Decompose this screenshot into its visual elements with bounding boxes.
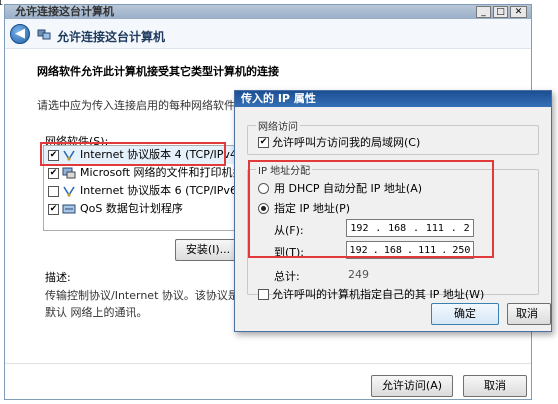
list-item-qos[interactable]: ✔ QoS 数据包计划程序 xyxy=(44,200,242,218)
window-controls: _ □ ✕ xyxy=(476,6,527,18)
network-access-group: 网络访问 ✔ 允许呼叫方访问我的局域网(C) xyxy=(247,118,539,155)
total-label: 总计: xyxy=(274,270,300,283)
specify-ip-option[interactable]: 指定 IP 地址(P) xyxy=(258,200,350,216)
from-ip-octet-1: 192 xyxy=(350,222,369,234)
ipv4-checkbox[interactable]: ✔ xyxy=(48,149,59,161)
ip-assignment-legend: IP 地址分配 xyxy=(256,162,313,177)
allow-lan-checkbox[interactable]: ✔ xyxy=(258,136,269,148)
dhcp-label: 用 DHCP 自动分配 IP 地址(A) xyxy=(274,182,423,195)
to-label: 到(T): xyxy=(274,246,305,259)
list-item-file-printer-sharing[interactable]: ✔ Microsoft 网络的文件和打印机共享 xyxy=(44,164,242,182)
list-item-label: Internet 协议版本 6 (TCP/IPv6) xyxy=(80,184,242,197)
list-item-label: QoS 数据包计划程序 xyxy=(80,202,183,215)
qos-checkbox[interactable]: ✔ xyxy=(48,203,59,215)
install-button[interactable]: 安装(I)... xyxy=(175,239,241,261)
maximize-icon[interactable]: □ xyxy=(493,6,508,18)
description-label: 描述: xyxy=(45,271,71,284)
ok-button[interactable]: 确定 xyxy=(431,303,499,325)
network-protocol-icon xyxy=(63,150,75,161)
specify-ip-radio[interactable] xyxy=(258,202,269,214)
allow-lan-option[interactable]: ✔ 允许呼叫方访问我的局域网(C) xyxy=(258,134,420,150)
incoming-ip-properties-dialog: 传入的 IP 属性 网络访问 ✔ 允许呼叫方访问我的局域网(C) IP 地址分配… xyxy=(234,90,552,332)
allow-own-ip-option[interactable]: 允许呼叫的计算机指定自己的其 IP 地址(W) xyxy=(258,286,484,302)
network-software-list[interactable]: ✔ Internet 协议版本 4 (TCP/IPv4) ✔ Microsoft… xyxy=(43,145,243,231)
ipv6-checkbox[interactable] xyxy=(48,185,59,197)
to-ip-octet-4: 250 xyxy=(452,244,471,256)
cancel-button[interactable]: 取消 xyxy=(463,375,527,397)
title-bar: 允许连接这台计算机 _ □ ✕ xyxy=(5,5,531,19)
list-item-ipv6[interactable]: Internet 协议版本 6 (TCP/IPv6) xyxy=(44,182,242,200)
list-item-label: Microsoft 网络的文件和打印机共享 xyxy=(80,166,243,179)
from-label: 从(F): xyxy=(274,224,304,237)
allow-lan-label: 允许呼叫方访问我的局域网(C) xyxy=(272,136,421,149)
dhcp-option[interactable]: 用 DHCP 自动分配 IP 地址(A) xyxy=(258,180,422,196)
specify-ip-label: 指定 IP 地址(P) xyxy=(274,202,351,215)
from-ip-octet-4: 2 xyxy=(463,222,470,234)
corner-label: 1 xyxy=(0,0,4,8)
network-protocol-icon xyxy=(63,186,75,197)
allow-own-ip-checkbox[interactable] xyxy=(258,288,269,300)
list-item-ipv4[interactable]: ✔ Internet 协议版本 4 (TCP/IPv4) xyxy=(44,146,242,164)
total-value: 249 xyxy=(348,268,369,281)
back-arrow-icon[interactable]: ◀ xyxy=(10,24,30,44)
from-ip-octet-3: 111 xyxy=(425,222,444,234)
page-heading: 网络软件允许此计算机接受其它类型计算机的连接 xyxy=(37,65,279,78)
network-access-legend: 网络访问 xyxy=(256,118,300,133)
window-title: 允许连接这台计算机 xyxy=(15,5,114,18)
to-ip-octet-2: 168 xyxy=(383,244,402,256)
file-printer-sharing-checkbox[interactable]: ✔ xyxy=(48,167,59,179)
dhcp-radio[interactable] xyxy=(258,182,269,194)
to-ip-input[interactable]: 192. 168. 111. 250 xyxy=(346,241,474,259)
printer-share-icon xyxy=(62,167,76,179)
nav-bar: ◀ 允许连接这台计算机 xyxy=(5,19,531,49)
dialog-cancel-button[interactable]: 取消 xyxy=(507,303,551,325)
description-text: 传输控制协议/Internet 协议。该协议是默认 网络上的通讯。 xyxy=(45,289,239,319)
to-ip-octet-3: 111 xyxy=(418,244,437,256)
nav-title: 允许连接这台计算机 xyxy=(57,30,166,44)
allow-own-ip-label: 允许呼叫的计算机指定自己的其 IP 地址(W) xyxy=(272,288,485,301)
dialog-title: 传入的 IP 属性 xyxy=(235,91,551,107)
instruction-text: 请选中应为传入连接启用的每种网络软件类 xyxy=(37,99,246,112)
to-ip-octet-1: 192 xyxy=(349,244,368,256)
close-icon[interactable]: ✕ xyxy=(510,6,527,18)
from-ip-octet-2: 168 xyxy=(388,222,407,234)
minimize-icon[interactable]: _ xyxy=(476,6,491,18)
allow-access-button[interactable]: 允许访问(A) xyxy=(371,375,453,397)
list-item-label: Internet 协议版本 4 (TCP/IPv4) xyxy=(80,148,242,161)
from-ip-input[interactable]: 192. 168. 111. 2 xyxy=(346,219,474,237)
ip-assignment-group: IP 地址分配 用 DHCP 自动分配 IP 地址(A) 指定 IP 地址(P)… xyxy=(247,162,539,301)
divider xyxy=(5,363,531,364)
qos-icon xyxy=(62,204,76,214)
network-connection-icon xyxy=(37,29,51,40)
